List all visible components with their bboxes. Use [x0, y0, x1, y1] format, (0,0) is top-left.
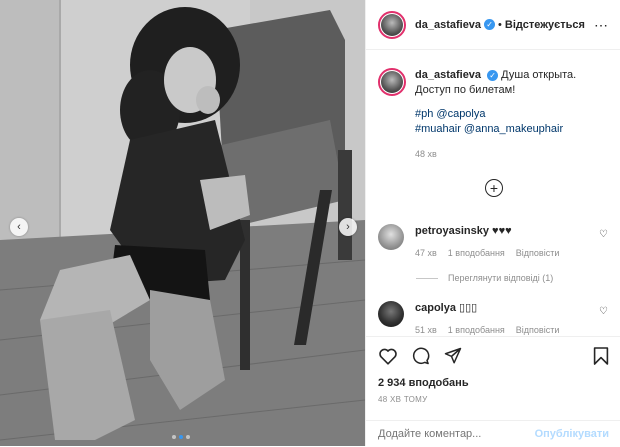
verified-badge-icon: ✓	[487, 69, 499, 81]
comment-icon	[412, 347, 430, 365]
comment-likes[interactable]: 1 вподобання	[448, 325, 505, 335]
comment-time: 47 хв	[415, 248, 437, 258]
comment-body: capolya ▯▯▯ 51 хв 1 вподобання Відповіст…	[415, 301, 595, 335]
chevron-right-icon: ›	[346, 221, 350, 233]
add-comment-row: Опублікувати	[366, 420, 620, 447]
chevron-left-icon: ‹	[17, 221, 21, 233]
save-button[interactable]	[593, 347, 609, 365]
caption-username[interactable]: da_astafieva	[415, 69, 481, 81]
carousel-dot	[172, 435, 176, 439]
comment-item: petroyasinsky ♥♥♥ 47 хв 1 вподобання Від…	[378, 224, 612, 258]
next-photo-button[interactable]: ›	[339, 218, 357, 236]
load-more-comments-button[interactable]: +	[485, 179, 503, 197]
likes-count[interactable]: 2 934 вподобань	[378, 377, 469, 389]
carousel-indicator	[172, 435, 190, 439]
following-button[interactable]: Відстежується	[505, 19, 585, 31]
photo-illustration	[0, 0, 365, 446]
comment-button[interactable]	[412, 347, 430, 365]
reply-button[interactable]: Відповісти	[516, 248, 560, 258]
carousel-dot-active	[179, 435, 183, 439]
caption-tags-line2[interactable]: #muahair @anna_makeuphair	[415, 122, 611, 137]
comment-text: ▯▯▯	[459, 302, 478, 314]
verified-badge-icon: ✓	[484, 19, 496, 30]
comment-time: 51 хв	[415, 325, 437, 335]
comment-username[interactable]: petroyasinsky	[415, 225, 489, 237]
post-details-panel: da_astafieva ✓ • Відстежується ⋯ da_asta…	[365, 0, 620, 446]
caption-time: 48 хв	[415, 149, 437, 159]
view-replies-button[interactable]: Переглянути відповіді (1)	[416, 273, 553, 283]
post-timestamp: 48 ХВ ТОМУ	[378, 395, 428, 404]
heart-icon	[379, 348, 397, 365]
author-avatar[interactable]	[378, 10, 406, 39]
plus-circle-icon: +	[489, 180, 499, 196]
like-comment-heart-icon[interactable]: ♡	[599, 306, 608, 317]
post-window: ‹ › da_astafieva ✓ • Відстежується ⋯ da_…	[0, 0, 620, 446]
comment-body: petroyasinsky ♥♥♥ 47 хв 1 вподобання Від…	[415, 224, 595, 258]
comment-item: capolya ▯▯▯ 51 хв 1 вподобання Відповіст…	[378, 301, 612, 335]
send-icon	[444, 347, 462, 364]
view-replies-label: Переглянути відповіді (1)	[448, 273, 554, 283]
action-icons	[378, 347, 462, 365]
replies-divider	[416, 277, 438, 279]
share-button[interactable]	[444, 347, 462, 365]
caption-avatar[interactable]	[378, 68, 406, 96]
comment-meta: 51 хв 1 вподобання Відповісти	[415, 325, 595, 335]
comment-input[interactable]	[378, 428, 535, 440]
commenter-avatar[interactable]	[378, 301, 404, 327]
separator: •	[498, 18, 502, 31]
comment-text: ♥♥♥	[492, 225, 512, 237]
comment-username[interactable]: capolya	[415, 302, 456, 314]
carousel-dot	[186, 435, 190, 439]
like-comment-heart-icon[interactable]: ♡	[599, 229, 608, 240]
caption-tags-line1[interactable]: #ph @capolya	[415, 107, 611, 122]
like-button[interactable]	[378, 347, 398, 365]
previous-photo-button[interactable]: ‹	[10, 218, 28, 236]
more-dots-icon[interactable]: ⋯	[594, 17, 609, 34]
post-photo[interactable]: ‹ ›	[0, 0, 365, 446]
post-actions: 2 934 вподобань 48 ХВ ТОМУ Опублікувати	[366, 336, 620, 446]
post-comment-button[interactable]: Опублікувати	[535, 428, 609, 440]
author-username[interactable]: da_astafieva	[415, 19, 481, 31]
post-caption: da_astafieva ✓ Душа открыта. Доступ по б…	[378, 68, 612, 162]
bookmark-icon	[593, 347, 609, 365]
caption-body: da_astafieva ✓ Душа открыта. Доступ по б…	[415, 68, 611, 162]
reply-button[interactable]: Відповісти	[516, 325, 560, 335]
post-header: da_astafieva ✓ • Відстежується ⋯	[366, 0, 620, 50]
comment-meta: 47 хв 1 вподобання Відповісти	[415, 248, 595, 258]
commenter-avatar[interactable]	[378, 224, 404, 250]
comment-likes[interactable]: 1 вподобання	[448, 248, 505, 258]
